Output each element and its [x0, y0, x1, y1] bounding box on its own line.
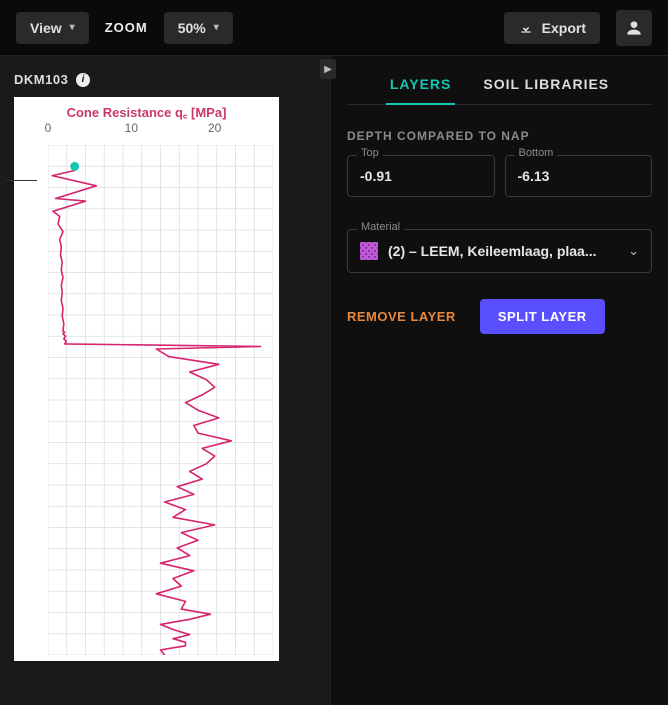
- left-pane: DKM103 i ▶ Cone Resistance q꜀ [MPa] 0102…: [0, 56, 330, 705]
- view-dropdown[interactable]: View ▾: [16, 12, 89, 44]
- zoom-value: 50%: [178, 20, 206, 36]
- record-id: DKM103: [14, 72, 68, 87]
- section-depth-label: DEPTH COMPARED TO NAP: [347, 129, 652, 143]
- main: DKM103 i ▶ Cone Resistance q꜀ [MPa] 0 10 2…: [0, 56, 668, 705]
- tabs: LAYERS SOIL LIBRARIES: [347, 68, 652, 105]
- user-icon: [624, 18, 644, 38]
- remove-layer-button[interactable]: REMOVE LAYER: [347, 309, 456, 324]
- zoom-dropdown[interactable]: 50% ▾: [164, 12, 233, 44]
- material-value: (2) – LEEM, Keileemlaag, plaa...: [388, 243, 618, 259]
- chart-xtick: 20: [208, 121, 221, 135]
- chevron-down-icon: ▾: [214, 22, 219, 33]
- chevron-down-icon: ▾: [70, 22, 75, 33]
- tab-soil-libraries[interactable]: SOIL LIBRARIES: [483, 76, 609, 104]
- chart-title: Cone Resistance q꜀ [MPa]: [14, 97, 279, 121]
- bottom-input[interactable]: [505, 155, 653, 197]
- top-field: Top: [347, 155, 495, 197]
- export-label: Export: [542, 20, 586, 36]
- top-input[interactable]: [347, 155, 495, 197]
- top-label: Top: [357, 147, 383, 159]
- bottom-field: Bottom: [505, 155, 653, 197]
- tab-layers[interactable]: LAYERS: [390, 76, 452, 104]
- split-layer-button[interactable]: SPLIT LAYER: [480, 299, 605, 334]
- depth-callout-value: 3.29: [0, 173, 5, 187]
- view-label: View: [30, 20, 62, 36]
- right-pane: LAYERS SOIL LIBRARIES DEPTH COMPARED TO …: [330, 56, 668, 705]
- zoom-label: ZOOM: [105, 20, 148, 35]
- export-button[interactable]: Export: [504, 12, 600, 44]
- chart-card: Cone Resistance q꜀ [MPa] 01020 3.29: [14, 97, 279, 661]
- record-header: DKM103 i: [10, 72, 320, 87]
- material-swatch-icon: [360, 242, 378, 260]
- account-button[interactable]: [616, 10, 652, 46]
- depth-callout: 3.29: [0, 173, 37, 187]
- info-icon[interactable]: i: [76, 73, 90, 87]
- material-select[interactable]: (2) – LEEM, Keileemlaag, plaa... ⌄: [347, 229, 652, 273]
- download-icon: [518, 20, 534, 36]
- bottom-label: Bottom: [515, 147, 558, 159]
- layer-actions: REMOVE LAYER SPLIT LAYER: [347, 299, 652, 334]
- chart-xtick: 10: [125, 121, 138, 135]
- depth-callout-line: [7, 180, 37, 181]
- chevron-down-icon: ⌄: [628, 243, 639, 259]
- chart-xtick: 0: [45, 121, 52, 135]
- chart-plot[interactable]: [48, 145, 273, 655]
- material-field: Material (2) – LEEM, Keileemlaag, plaa..…: [347, 229, 652, 273]
- topbar: View ▾ ZOOM 50% ▾ Export: [0, 0, 668, 56]
- material-label: Material: [357, 221, 404, 233]
- collapse-panel-button[interactable]: ▶: [320, 59, 336, 79]
